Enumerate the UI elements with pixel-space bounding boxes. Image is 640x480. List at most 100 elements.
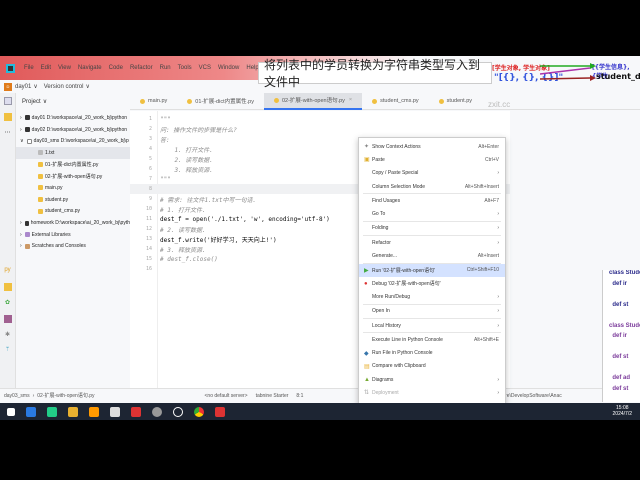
context-menu-item[interactable]: Column Selection Mode Alt+Shift+Insert	[359, 180, 505, 193]
expand-chevron-icon[interactable]: ›	[20, 115, 22, 121]
tree-item[interactable]: 01-扩展-dict内置属性.py	[16, 159, 130, 171]
tab-3[interactable]: student_cms.py	[362, 93, 429, 110]
menu-item-shortcut: Alt+Insert	[477, 253, 499, 260]
context-menu-item[interactable]: Find Usages Alt+F7	[359, 194, 505, 207]
menu-refactor[interactable]: Refactor	[130, 65, 153, 71]
tree-item[interactable]: 1.txt	[16, 147, 130, 159]
project-panel-header[interactable]: Project ∨	[16, 93, 130, 110]
taskbar-app-icon[interactable]	[215, 406, 225, 417]
status-bar: day03_sms › 02-扩展-with-open语句.py <no def…	[0, 388, 640, 402]
context-menu-item[interactable]: Go To ›	[359, 207, 505, 220]
menu-window[interactable]: Window	[218, 65, 239, 71]
python-packages-icon[interactable]: py	[4, 267, 12, 275]
terminal-icon[interactable]	[3, 315, 12, 323]
project-tool-icon[interactable]	[3, 97, 12, 105]
taskbar-app-icon[interactable]	[89, 406, 99, 417]
context-menu-item[interactable]: Generate... Alt+Insert	[359, 249, 505, 262]
system-clock[interactable]: 15:08 2024/7/2	[613, 405, 632, 417]
preview-code-line: class Stude	[609, 270, 640, 276]
context-menu-item[interactable]: ▣ Paste Ctrl+V	[359, 153, 505, 166]
tree-item[interactable]: student_cms.py	[16, 206, 130, 218]
tab-2[interactable]: 02-扩展-with-open语句.py ×	[263, 92, 363, 110]
tree-item-label: homework D:\workspace\ai_20_work_bj\pyth	[30, 220, 130, 227]
menu-tools[interactable]: Tools	[178, 65, 192, 71]
context-menu-item[interactable]: Local History ›	[359, 319, 505, 332]
expand-chevron-icon[interactable]: ∨	[20, 138, 24, 144]
menu-run[interactable]: Run	[160, 65, 171, 71]
expand-chevron-icon[interactable]: ›	[20, 243, 22, 249]
more-icon[interactable]: ⋯	[4, 129, 12, 137]
menu-view[interactable]: View	[58, 65, 71, 71]
tree-item[interactable]: › day02 D:\workspace\ai_20_work_bj\python	[16, 124, 130, 136]
context-menu-item[interactable]: ✦ Show Context Actions Alt+Enter	[359, 140, 505, 153]
project-switcher[interactable]: day01	[15, 84, 31, 90]
chrome-taskbar-icon[interactable]	[194, 406, 204, 417]
context-menu-item[interactable]: ● Debug '02-扩展-with-open语句'	[359, 277, 505, 290]
expand-chevron-icon[interactable]: ›	[20, 220, 22, 226]
tree-item[interactable]: main.py	[16, 182, 130, 194]
menu-navigate[interactable]: Navigate	[78, 65, 102, 71]
line-number: 6	[148, 166, 152, 172]
context-menu-item[interactable]: ▲ Diagrams ›	[359, 373, 505, 386]
server-status[interactable]: <no default server>	[205, 393, 248, 399]
menu-file[interactable]: File	[24, 65, 34, 71]
context-menu-item[interactable]: ◆ Run File in Python Console	[359, 346, 505, 359]
line-number: 7	[148, 176, 152, 182]
explorer-taskbar-icon[interactable]	[68, 406, 78, 417]
start-icon[interactable]	[7, 407, 15, 416]
tab-0[interactable]: main.py	[130, 93, 177, 110]
services-icon[interactable]: ✿	[4, 299, 12, 307]
tree-item[interactable]: ∨ day03_sms D:\workspace\ai_20_work_bj\p	[16, 135, 130, 147]
menu-item-label: More Run/Debug	[372, 293, 411, 300]
context-menu-item[interactable]: ▶ Run '02-扩展-with-open语句' Ctrl+Shift+F10	[359, 263, 505, 277]
taskbar-app-icon[interactable]	[26, 406, 36, 417]
expand-chevron-icon[interactable]: ›	[20, 127, 22, 133]
menu-vcs[interactable]: VCS	[199, 65, 211, 71]
pycharm-taskbar-icon[interactable]	[47, 406, 57, 417]
tabnine-status[interactable]: tabnine Starter	[256, 393, 289, 399]
breadcrumb-folder[interactable]: day03_sms	[4, 393, 30, 399]
tree-item[interactable]: student.py	[16, 194, 130, 206]
breadcrumb-file[interactable]: 02-扩展-with-open语句.py	[37, 392, 94, 399]
close-tab-icon[interactable]: ×	[349, 97, 352, 103]
menu-edit[interactable]: Edit	[41, 65, 51, 71]
context-menu-item[interactable]: ▤ Compare with Clipboard	[359, 360, 505, 373]
tab-1[interactable]: 01-扩展-dict内置属性.py	[177, 93, 264, 110]
code-line: 1 """	[130, 114, 510, 124]
line-number: 4	[148, 146, 152, 152]
py-icon	[38, 162, 43, 168]
version-control-menu[interactable]: Version control	[44, 84, 84, 90]
context-menu-item[interactable]: Open In ›	[359, 305, 505, 318]
tree-item[interactable]: › External Libraries	[16, 229, 130, 241]
wps-taskbar-icon[interactable]	[131, 406, 141, 417]
preview-code-line: class Stude	[609, 322, 640, 329]
menu-help[interactable]: Help	[246, 65, 258, 71]
tab-4[interactable]: student.py	[429, 93, 482, 110]
menu-item-icon: ✦	[364, 144, 370, 151]
line-number: 10	[145, 206, 152, 212]
expand-chevron-icon[interactable]: ›	[20, 232, 22, 238]
context-menu-item[interactable]: Copy / Paste Special ›	[359, 167, 505, 180]
caret-position[interactable]: 8:1	[296, 393, 303, 399]
problems-icon[interactable]: ✱	[4, 331, 12, 339]
context-menu-item[interactable]: Folding ›	[359, 222, 505, 235]
context-menu-item[interactable]: Execute Line in Python Console Alt+Shift+…	[359, 333, 505, 346]
tree-item[interactable]: 02-扩展-with-open语句.py	[16, 170, 130, 182]
tree-item[interactable]: › day01 D:\workspace\ai_20_work_bj\python	[16, 112, 130, 124]
taskbar-app-icon[interactable]	[152, 406, 162, 417]
menu-code[interactable]: Code	[109, 65, 123, 71]
tree-item[interactable]: › Scratches and Consoles	[16, 241, 130, 253]
git-icon[interactable]: ᛘ	[4, 347, 12, 355]
context-menu-item[interactable]: ⇅ Deployment ›	[359, 386, 505, 399]
py-icon	[38, 173, 43, 179]
taskbar-app-icon[interactable]	[110, 406, 120, 417]
line-number: 8	[148, 186, 152, 192]
python-console-icon[interactable]	[3, 283, 12, 291]
structure-icon[interactable]	[3, 113, 12, 121]
tree-item[interactable]: › homework D:\workspace\ai_20_work_bj\pyt…	[16, 217, 130, 229]
context-menu-item[interactable]: Refactor ›	[359, 236, 505, 249]
context-menu-item[interactable]: More Run/Debug ›	[359, 290, 505, 303]
tab-label: 02-扩展-with-open语句.py	[281, 98, 345, 104]
taskbar-app-icon[interactable]	[173, 406, 183, 417]
tree-item-label: 01-扩展-dict内置属性.py	[45, 162, 99, 169]
